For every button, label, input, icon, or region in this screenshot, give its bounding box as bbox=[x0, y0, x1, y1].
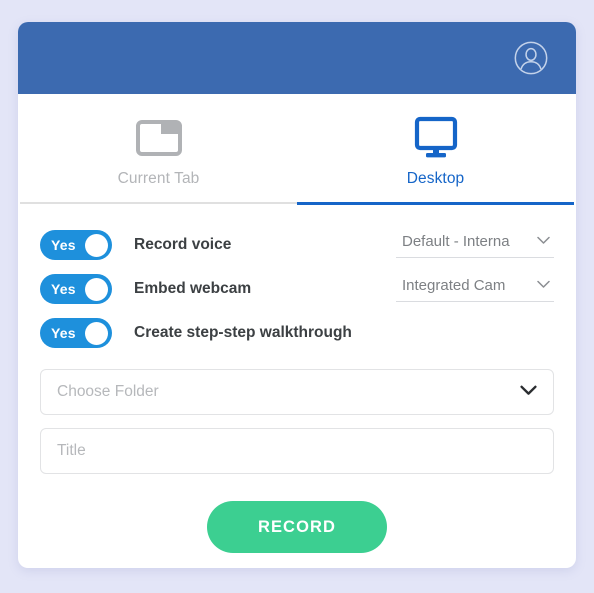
browser-tab-icon bbox=[135, 112, 183, 164]
tab-label-current-tab: Current Tab bbox=[117, 170, 200, 187]
tab-underline-current-tab bbox=[20, 202, 297, 204]
option-label-embed-webcam: Embed webcam bbox=[134, 280, 252, 297]
record-button-row: RECORD bbox=[18, 487, 576, 553]
recorder-panel: Current Tab Desktop Yes Record voice Def… bbox=[18, 22, 576, 568]
monitor-icon bbox=[412, 112, 460, 164]
chevron-down-icon bbox=[537, 276, 550, 294]
toggle-knob bbox=[85, 233, 108, 257]
folder-select[interactable]: Choose Folder bbox=[40, 369, 554, 415]
option-label-walkthrough: Create step-step walkthrough bbox=[134, 324, 352, 341]
camera-source-value: Integrated Cam bbox=[402, 276, 506, 294]
option-row-walkthrough: Yes Create step-step walkthrough bbox=[40, 311, 554, 355]
toggle-create-walkthrough[interactable]: Yes bbox=[40, 318, 112, 348]
option-row-embed-webcam: Yes Embed webcam Integrated Cam bbox=[40, 267, 554, 311]
record-button[interactable]: RECORD bbox=[207, 501, 387, 553]
toggle-knob bbox=[85, 277, 108, 301]
title-input[interactable]: Title bbox=[40, 428, 554, 474]
folder-select-placeholder: Choose Folder bbox=[57, 383, 159, 400]
tab-current-tab[interactable]: Current Tab bbox=[20, 94, 297, 205]
chevron-down-icon bbox=[537, 232, 550, 250]
toggle-embed-webcam[interactable]: Yes bbox=[40, 274, 112, 304]
toggle-knob bbox=[85, 321, 108, 345]
toggle-record-voice-value: Yes bbox=[51, 237, 76, 253]
toggle-record-voice[interactable]: Yes bbox=[40, 230, 112, 260]
options-list: Yes Record voice Default - Interna Yes E… bbox=[18, 205, 576, 355]
toggle-embed-webcam-value: Yes bbox=[51, 281, 76, 297]
camera-source-select[interactable]: Integrated Cam bbox=[396, 276, 554, 302]
audio-source-value: Default - Interna bbox=[402, 232, 510, 250]
chevron-down-icon bbox=[520, 383, 537, 401]
toggle-create-walkthrough-value: Yes bbox=[51, 325, 76, 341]
option-row-record-voice: Yes Record voice Default - Interna bbox=[40, 223, 554, 267]
audio-source-select[interactable]: Default - Interna bbox=[396, 232, 554, 258]
tab-desktop[interactable]: Desktop bbox=[297, 94, 574, 205]
option-label-record-voice: Record voice bbox=[134, 236, 232, 253]
app-root: Current Tab Desktop Yes Record voice Def… bbox=[0, 0, 594, 593]
panel-header bbox=[18, 22, 576, 94]
form-fields: Choose Folder Title bbox=[18, 355, 576, 487]
capture-mode-tabs: Current Tab Desktop bbox=[18, 94, 576, 205]
title-input-placeholder: Title bbox=[57, 442, 86, 459]
tab-label-desktop: Desktop bbox=[406, 170, 465, 187]
user-circle-icon[interactable] bbox=[512, 39, 550, 77]
